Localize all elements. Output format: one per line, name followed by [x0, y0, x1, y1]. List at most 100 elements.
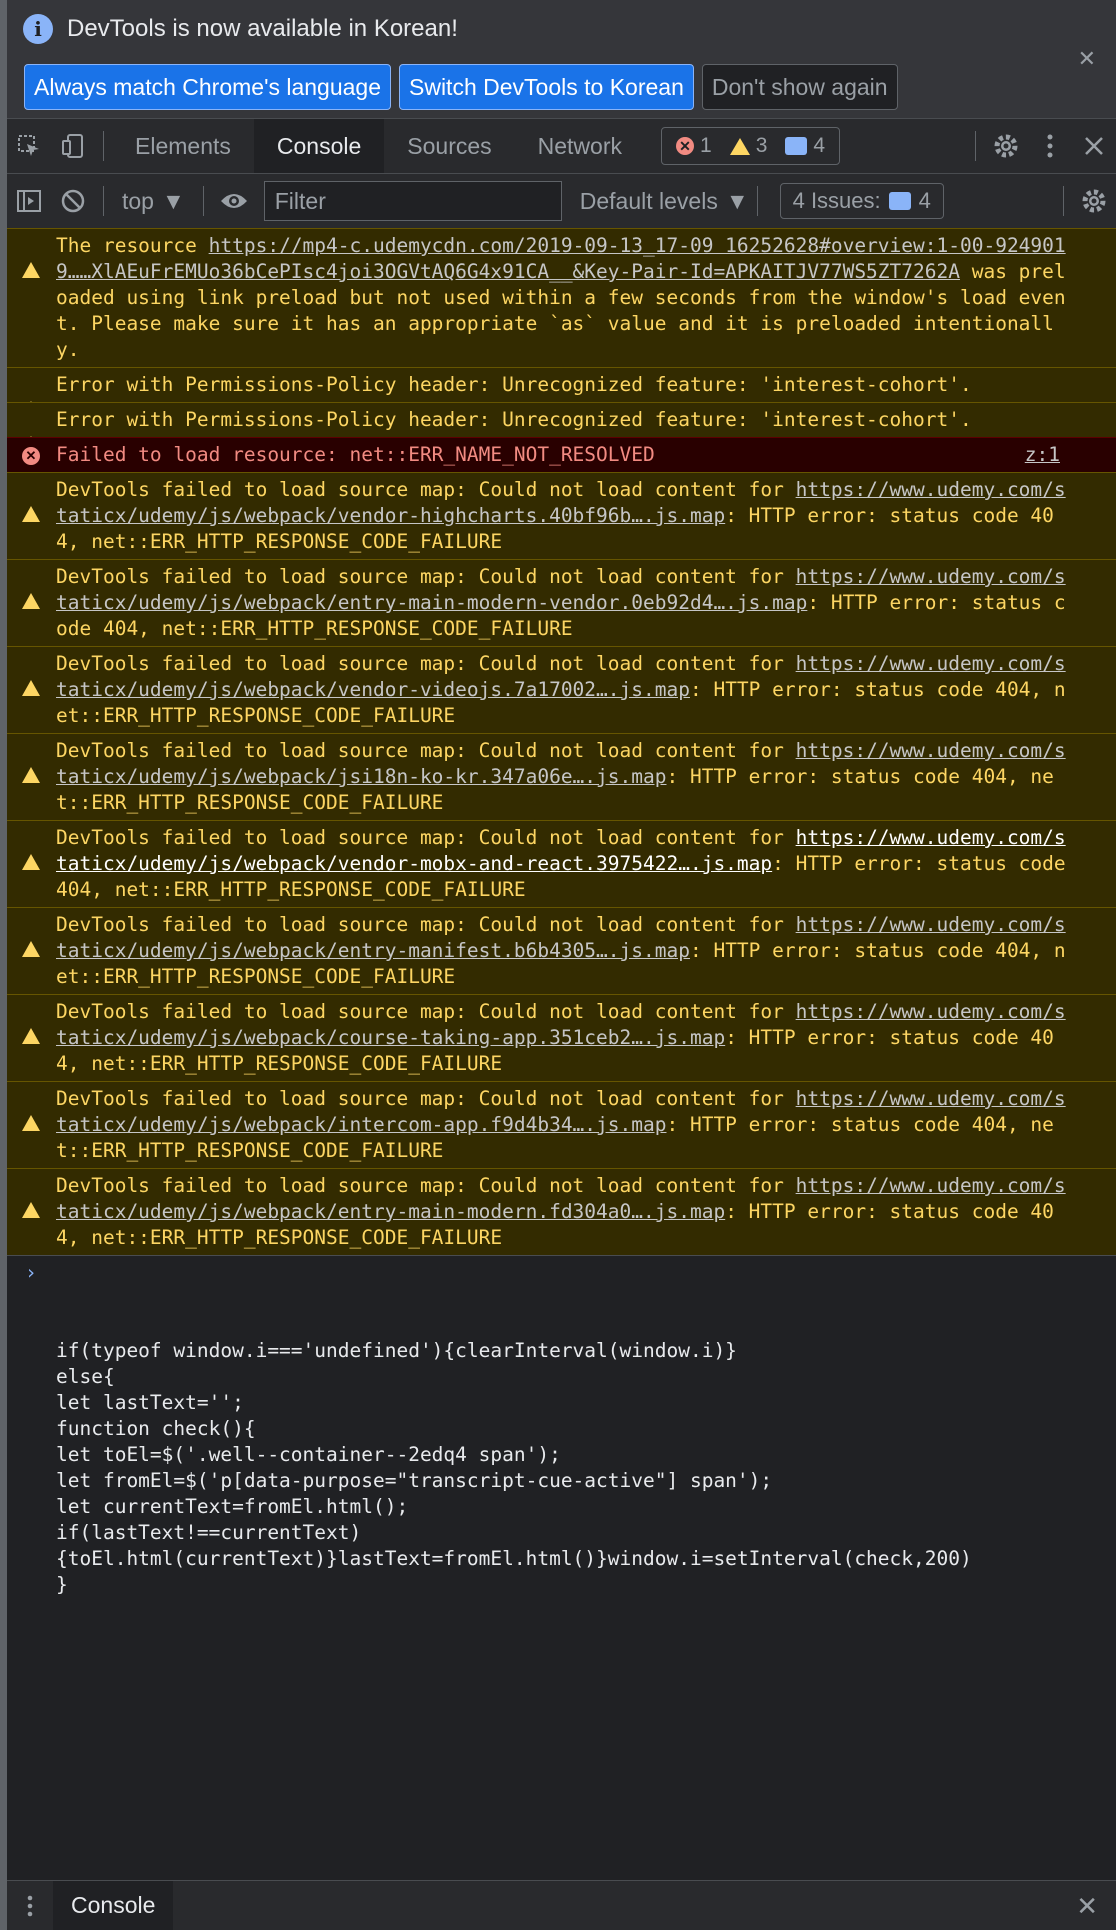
warning-icon-wrap — [22, 238, 40, 278]
tab-network[interactable]: Network — [515, 119, 645, 173]
inspect-element-icon[interactable] — [7, 119, 51, 173]
warning-icon — [22, 831, 40, 870]
console-drawer: Console ✕ — [7, 1880, 1116, 1930]
console-warning-message: DevTools failed to load source map: Coul… — [7, 1081, 1116, 1168]
message-fragment: DevTools failed to load source map: Coul… — [56, 565, 796, 588]
console-warning-message: Error with Permissions-Policy header: Un… — [7, 402, 1116, 452]
message-fragment: DevTools failed to load source map: Coul… — [56, 652, 796, 675]
console-warning-message: DevTools failed to load source map: Coul… — [7, 1168, 1116, 1255]
error-counter: ✕ 1 — [676, 134, 712, 158]
message-fragment: The resource — [56, 234, 209, 257]
message-text: DevTools failed to load source map: Coul… — [56, 739, 1066, 814]
console-settings-gear-icon[interactable] — [1072, 174, 1116, 228]
warning-icon — [22, 918, 40, 957]
source-location-link[interactable]: z:1 — [1025, 442, 1060, 468]
language-infobar: i DevTools is now available in Korean! ✕… — [7, 0, 1116, 119]
code-line: if(lastText!==currentText) — [56, 1521, 362, 1544]
error-icon: ✕ — [22, 447, 40, 465]
code-line: let fromEl=$('p[data-purpose="transcript… — [56, 1469, 773, 1492]
show-sidebar-icon[interactable] — [7, 174, 51, 228]
devtools-window: i DevTools is now available in Korean! ✕… — [7, 0, 1116, 1930]
console-warning-message: The resource https://mp4-c.udemycdn.com/… — [7, 228, 1116, 367]
divider — [103, 186, 104, 216]
warning-icon-wrap — [22, 377, 40, 417]
dropdown-arrow-icon: ▼ — [725, 187, 749, 214]
warning-icon — [22, 570, 40, 609]
code-line: function check(){ — [56, 1417, 256, 1440]
warning-icon-wrap — [22, 412, 40, 452]
code-line: else{ — [56, 1365, 115, 1388]
console-warning-message: DevTools failed to load source map: Coul… — [7, 472, 1116, 559]
warning-icon-wrap — [22, 1178, 40, 1218]
tab-console[interactable]: Console — [253, 119, 385, 173]
message-fragment: DevTools failed to load source map: Coul… — [56, 1000, 796, 1023]
close-devtools-icon[interactable] — [1072, 119, 1116, 173]
console-messages: The resource https://mp4-c.udemycdn.com/… — [7, 228, 1116, 1654]
message-text: Error with Permissions-Policy header: Un… — [56, 373, 972, 396]
console-warning-message: DevTools failed to load source map: Coul… — [7, 820, 1116, 907]
console-warning-message: Error with Permissions-Policy header: Un… — [7, 367, 1116, 417]
dont-show-again-button[interactable]: Don't show again — [701, 64, 898, 110]
filter-input[interactable] — [263, 181, 562, 221]
info-icon: i — [23, 14, 53, 44]
divider — [756, 186, 758, 216]
drawer-menu-icon[interactable] — [7, 1881, 53, 1930]
message-text: DevTools failed to load source map: Coul… — [56, 652, 1066, 727]
dropdown-arrow-icon: ▼ — [161, 187, 185, 214]
infobar-close-icon[interactable]: ✕ — [1078, 46, 1096, 72]
warning-icon-wrap — [22, 569, 40, 609]
message-fragment: DevTools failed to load source map: Coul… — [56, 739, 796, 762]
prompt-input[interactable]: if(typeof window.i==='undefined'){clearI… — [56, 1338, 1066, 1598]
message-text: DevTools failed to load source map: Coul… — [56, 913, 1066, 988]
settings-gear-icon[interactable] — [984, 119, 1028, 173]
divider — [103, 131, 104, 161]
tab-elements[interactable]: Elements — [112, 119, 254, 173]
message-text: DevTools failed to load source map: Coul… — [56, 1174, 1066, 1249]
warning-icon — [22, 483, 40, 522]
log-levels-select[interactable]: Default levels ▼ — [580, 188, 749, 215]
live-expression-eye-icon[interactable] — [212, 174, 256, 228]
divider — [975, 131, 976, 161]
warning-icon — [22, 744, 40, 783]
console-error-message: ✕ Failed to load resource: net::ERR_NAME_… — [7, 437, 1116, 472]
always-match-language-button[interactable]: Always match Chrome's language — [24, 64, 391, 110]
context-select[interactable]: top ▼ — [112, 188, 195, 215]
message-text: DevTools failed to load source map: Coul… — [56, 565, 1066, 640]
message-icon — [785, 137, 808, 155]
main-tabbar: Elements Console Sources Network ✕ 1 3 4 — [7, 119, 1116, 174]
window-edge — [0, 0, 7, 1930]
more-options-icon[interactable] — [1028, 119, 1072, 173]
prompt-chevron-icon: › — [25, 1261, 37, 1284]
message-text: Failed to load resource: net::ERR_NAME_N… — [56, 443, 655, 466]
warning-icon-wrap — [22, 743, 40, 783]
message-text: DevTools failed to load source map: Coul… — [56, 1000, 1066, 1075]
warning-icon — [22, 1092, 40, 1131]
error-icon-wrap: ✕ — [22, 447, 40, 465]
clear-console-icon[interactable] — [51, 174, 95, 228]
warning-icon — [22, 1179, 40, 1218]
issues-button[interactable]: 4 Issues: 4 — [779, 183, 944, 219]
code-line: let lastText=''; — [56, 1391, 244, 1414]
console-warning-message: DevTools failed to load source map: Coul… — [7, 559, 1116, 646]
console-warning-message: DevTools failed to load source map: Coul… — [7, 907, 1116, 994]
message-counter: 4 — [785, 134, 825, 158]
drawer-tab-console[interactable]: Console — [53, 1881, 174, 1930]
console-prompt[interactable]: › if(typeof window.i==='undefined'){clea… — [7, 1255, 1116, 1654]
tab-sources[interactable]: Sources — [384, 119, 514, 173]
drawer-close-icon[interactable]: ✕ — [1076, 1891, 1098, 1922]
switch-to-korean-button[interactable]: Switch DevTools to Korean — [399, 64, 694, 110]
warning-icon-wrap — [22, 917, 40, 957]
warning-icon — [22, 239, 40, 278]
divider — [202, 186, 204, 216]
warning-counter: 3 — [729, 134, 767, 158]
message-counters[interactable]: ✕ 1 3 4 — [661, 127, 841, 165]
infobar-buttons: Always match Chrome's language Switch De… — [24, 64, 898, 110]
message-fragment: DevTools failed to load source map: Coul… — [56, 826, 796, 849]
message-fragment: Error with Permissions-Policy header: Un… — [56, 373, 972, 396]
tabbar-actions — [967, 119, 1116, 173]
device-toolbar-icon[interactable] — [51, 119, 95, 173]
message-fragment: DevTools failed to load source map: Coul… — [56, 913, 796, 936]
warning-icon — [729, 137, 750, 155]
message-text: Error with Permissions-Policy header: Un… — [56, 408, 972, 431]
divider — [1063, 186, 1064, 216]
